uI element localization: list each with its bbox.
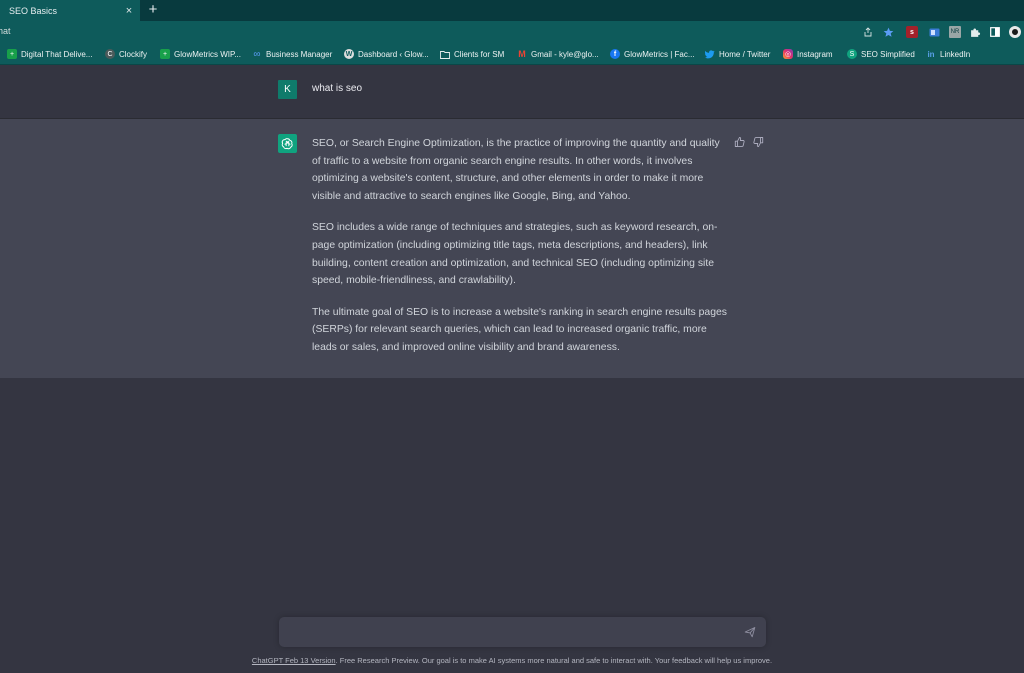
bookmark-label: SEO Simplified [861,49,915,59]
assistant-message-row: SEO, or Search Engine Optimization, is t… [0,119,1024,378]
thumbs-down-icon[interactable] [752,136,764,148]
linkedin-icon: in [927,49,935,59]
bookmark-item[interactable]: Home / Twitter [705,48,770,60]
chat-input[interactable] [289,623,729,641]
green-plus-icon: + [7,49,17,59]
bookmark-label: LinkedIn [940,49,971,59]
twitter-icon [705,49,715,59]
send-icon[interactable] [744,626,756,638]
bookmark-item[interactable]: ◎ Instagram [783,48,833,60]
facebook-icon: f [610,49,620,59]
tab-close-icon[interactable]: × [124,5,134,16]
bookmark-item[interactable]: C Clockify [105,48,147,60]
side-panel-icon[interactable] [989,26,1001,38]
seo-simplified-icon: S [847,49,857,59]
bookmark-item[interactable]: M Gmail - kyle@glo... [517,48,599,60]
assistant-paragraph: The ultimate goal of SEO is to increase … [312,306,727,353]
user-message-row: K what is seo [0,65,1024,119]
bookmark-item[interactable]: Clients for SM [440,48,504,60]
bookmark-label: GlowMetrics WIP... [174,49,241,59]
profile-avatar-icon[interactable] [1009,26,1021,38]
bookmark-label: GlowMetrics | Fac... [624,49,695,59]
wordpress-icon: W [344,49,354,59]
bookmark-item[interactable]: W Dashboard ‹ Glow... [344,48,429,60]
new-tab-button[interactable]: + [146,2,160,18]
footer-disclaimer: ChatGPT Feb 13 Version. Free Research Pr… [0,656,1024,665]
assistant-paragraph: SEO includes a wide range of techniques … [312,222,718,287]
folder-icon [440,49,450,59]
bookmark-star-icon[interactable] [882,26,894,38]
share-icon[interactable] [862,26,874,38]
bookmark-item[interactable]: + GlowMetrics WIP... [160,48,241,60]
bookmark-item[interactable]: ∞ Business Manager [252,48,332,60]
gmail-icon: M [518,49,526,59]
thumbs-up-icon[interactable] [734,136,746,148]
instagram-icon: ◎ [783,49,793,59]
green-plus-icon: + [160,49,170,59]
bookmark-item[interactable]: S SEO Simplified [847,48,915,60]
url-field[interactable]: hat [0,26,11,36]
bookmark-item[interactable]: + Digital That Delive... [7,48,92,60]
footer-text: . Free Research Preview. Our goal is to … [335,656,773,665]
clockify-icon: C [105,49,115,59]
openai-logo-icon [278,134,297,153]
assistant-message-text: SEO, or Search Engine Optimization, is t… [312,135,728,371]
tab-strip: SEO Basics × + [0,0,1024,21]
assistant-paragraph: SEO, or Search Engine Optimization, is t… [312,138,720,202]
extension-blue-icon[interactable] [928,26,940,38]
extension-red-icon[interactable]: s [906,26,918,38]
chat-input-container [279,617,766,647]
bookmark-label: Business Manager [266,49,333,59]
extension-nr-icon[interactable]: NR [949,26,961,38]
address-bar: hat s NR [0,21,1024,43]
bookmark-label: Home / Twitter [719,49,771,59]
bookmark-label: Digital That Delive... [21,49,93,59]
user-avatar: K [278,80,297,99]
bookmark-label: Gmail - kyle@glo... [531,49,599,59]
bookmark-item[interactable]: f GlowMetrics | Fac... [610,48,695,60]
bookmark-label: Instagram [797,49,833,59]
meta-icon: ∞ [253,48,261,60]
bookmark-label: Clockify [119,49,148,59]
tab-seo-basics[interactable]: SEO Basics × [0,0,140,21]
puzzle-extensions-icon[interactable] [969,26,981,38]
bookmark-label: Clients for SM [454,49,505,59]
bookmark-label: Dashboard ‹ Glow... [358,49,429,59]
bookmark-item[interactable]: in LinkedIn [926,48,970,60]
version-link[interactable]: ChatGPT Feb 13 Version [252,656,336,665]
tab-title: SEO Basics [9,5,58,16]
user-message-text: what is seo [312,83,363,94]
bookmarks-bar: + Digital That Delive... C Clockify + Gl… [0,43,1024,65]
